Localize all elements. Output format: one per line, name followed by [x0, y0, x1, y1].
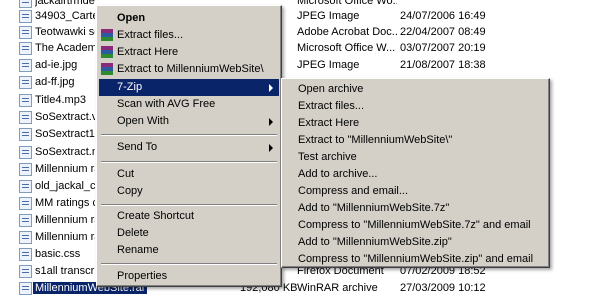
submenu-item-extract-to[interactable]: Extract to "MillenniumWebSite\" — [284, 132, 547, 149]
file-name: MM ratings c — [35, 197, 95, 209]
file-name: Title4.mp3 — [35, 94, 86, 106]
css-file-icon — [19, 248, 32, 261]
file-date: 24/07/2006 16:49 — [400, 10, 486, 22]
audio-file-icon — [19, 94, 32, 107]
menu-item-extract-here[interactable]: Extract Here — [99, 44, 279, 61]
menu-item-scan-avg[interactable]: Scan with AVG Free — [99, 96, 279, 113]
file-row-selected[interactable]: MillenniumWebSite.rar 192,080 KB WinRAR ar… — [0, 280, 589, 297]
file-type: Microsoft Office W... — [297, 42, 396, 54]
submenu-item-compress-email[interactable]: Compress and email... — [284, 183, 547, 200]
word-document-icon — [19, 214, 32, 227]
file-row[interactable]: ad-ie.jpg JPEG Image 21/08/2007 18:38 — [0, 57, 589, 74]
menu-separator — [101, 161, 277, 163]
menu-item-rename[interactable]: Rename — [99, 242, 279, 259]
file-name: ad-ff.jpg — [35, 76, 75, 88]
word-document-icon — [19, 42, 32, 55]
spreadsheet-icon — [19, 231, 32, 244]
spreadsheet-icon — [19, 197, 32, 210]
submenu-arrow-icon — [269, 84, 273, 92]
submenu-item-compress-7z-email[interactable]: Compress to "MillenniumWebSite.7z" and e… — [284, 217, 547, 234]
document-icon — [19, 180, 32, 193]
submenu-item-add-zip[interactable]: Add to "MillenniumWebSite.zip" — [284, 234, 547, 251]
file-type: Adobe Acrobat Doc... — [297, 26, 397, 38]
pdf-file-icon — [19, 26, 32, 39]
file-name: Millennium ra — [35, 214, 95, 226]
context-menu: Open Extract files... Extract Here Extra… — [96, 5, 282, 287]
winrar-icon — [101, 46, 113, 58]
menu-separator — [101, 134, 277, 136]
file-name: Teotwawki so — [35, 26, 95, 38]
submenu-item-extract-here[interactable]: Extract Here — [284, 115, 547, 132]
7zip-submenu: Open archive Extract files... Extract He… — [281, 78, 550, 268]
file-name: Millennium ra — [35, 231, 95, 243]
file-date: 21/08/2007 18:38 — [400, 59, 486, 71]
winrar-icon — [101, 29, 113, 41]
firefox-document-icon — [19, 265, 32, 278]
menu-item-cut[interactable]: Cut — [99, 166, 279, 183]
menu-item-open-with[interactable]: Open With — [99, 113, 279, 130]
file-type: JPEG Image — [297, 10, 360, 22]
menu-item-send-to[interactable]: Send To — [99, 139, 279, 156]
menu-separator — [101, 204, 277, 206]
menu-item-properties[interactable]: Properties — [99, 268, 279, 285]
file-date: 03/07/2007 20:19 — [400, 42, 486, 54]
menu-item-7zip[interactable]: 7-Zip — [99, 79, 279, 96]
submenu-arrow-icon — [269, 144, 273, 152]
submenu-item-open-archive[interactable]: Open archive — [284, 81, 547, 98]
submenu-item-add-7z[interactable]: Add to "MillenniumWebSite.7z" — [284, 200, 547, 217]
file-name: old_jackal_cr — [35, 180, 95, 192]
document-icon — [19, 146, 32, 159]
file-name: 34903_Carte — [35, 10, 95, 22]
file-name: jackalrtrmdese — [35, 0, 95, 7]
file-row[interactable]: The Academy Microsoft Office W... 03/07/20… — [0, 40, 589, 57]
menu-item-copy[interactable]: Copy — [99, 183, 279, 200]
image-file-icon — [19, 10, 32, 23]
submenu-item-add-to-archive[interactable]: Add to archive... — [284, 166, 547, 183]
file-name: SoSextract.v — [35, 111, 95, 123]
menu-item-create-shortcut[interactable]: Create Shortcut — [99, 208, 279, 225]
file-name: SoSextract1. — [35, 128, 95, 140]
submenu-arrow-icon — [269, 118, 273, 126]
file-name: basic.css — [35, 248, 81, 260]
file-type: WinRAR archive — [297, 282, 378, 294]
menu-separator — [101, 263, 277, 265]
document-icon — [19, 128, 32, 141]
word-document-icon — [19, 0, 32, 8]
file-date: 22/04/2007 08:49 — [400, 26, 486, 38]
menu-item-open[interactable]: Open — [99, 10, 279, 27]
file-type: Microsoft Office Wo... — [297, 0, 397, 7]
menu-item-delete[interactable]: Delete — [99, 225, 279, 242]
file-row[interactable]: Teotwawki so Adobe Acrobat Doc... 22/04/20… — [0, 24, 589, 41]
file-name: The Academy — [35, 42, 95, 54]
submenu-item-extract-files[interactable]: Extract files... — [284, 98, 547, 115]
file-name: s1all transcrip — [35, 265, 95, 277]
image-file-icon — [19, 59, 32, 72]
menu-item-extract-to[interactable]: Extract to MillenniumWebSite\ — [99, 61, 279, 78]
image-file-icon — [19, 76, 32, 89]
rar-archive-icon — [19, 282, 32, 295]
file-date: 27/03/2009 10:12 — [400, 282, 486, 294]
file-type: JPEG Image — [297, 59, 360, 71]
submenu-item-test-archive[interactable]: Test archive — [284, 149, 547, 166]
submenu-item-compress-zip-email[interactable]: Compress to "MillenniumWebSite.zip" and … — [284, 251, 547, 268]
spreadsheet-icon — [19, 163, 32, 176]
file-row[interactable]: 34903_Carte JPEG Image 24/07/2006 16:49 — [0, 8, 589, 25]
file-name: ad-ie.jpg — [35, 59, 78, 71]
file-name: SoSextract.n — [35, 146, 95, 158]
winrar-icon — [101, 63, 113, 75]
document-icon — [19, 111, 32, 124]
file-name: Millennium ra — [35, 163, 95, 175]
menu-item-extract-files[interactable]: Extract files... — [99, 27, 279, 44]
